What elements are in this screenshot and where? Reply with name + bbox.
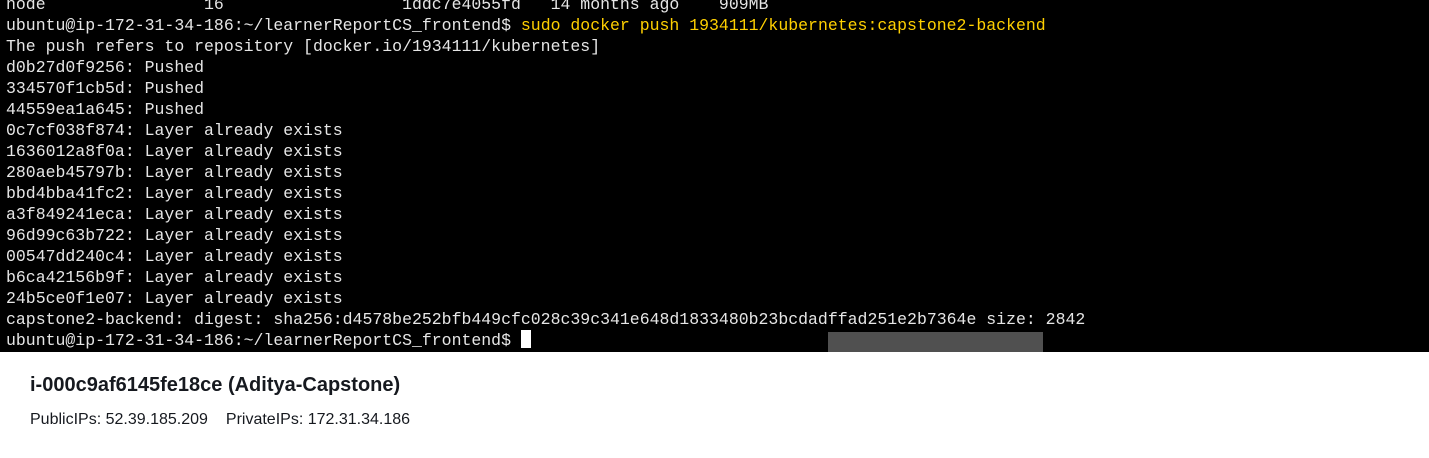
instance-info-panel: i-000c9af6145fe18ce (Aditya-Capstone) Pu… [0, 352, 1429, 458]
text-cursor [520, 330, 531, 348]
terminal-line: 334570f1cb5d: Pushed [6, 79, 205, 98]
terminal-line: 44559ea1a645: Pushed [6, 100, 205, 119]
instance-title: i-000c9af6145fe18ce (Aditya-Capstone) [30, 374, 401, 396]
public-ips: PublicIPs: 52.39.185.209 [30, 411, 208, 428]
shell-command: sudo docker push 1934111/kubernetes:caps… [520, 16, 1046, 35]
terminal-line: 96d99c63b722: Layer already exists [6, 226, 343, 245]
terminal-line: node 16 1ddc7e4055fd 14 months ago 909MB [6, 0, 769, 14]
terminal-line: 24b5ce0f1e07: Layer already exists [6, 289, 343, 308]
terminal-line: a3f849241eca: Layer already exists [6, 205, 343, 224]
terminal-line: 0c7cf038f874: Layer already exists [6, 121, 343, 140]
terminal-window[interactable]: node 16 1ddc7e4055fd 14 months ago 909MB… [0, 0, 1429, 352]
terminal-output: node 16 1ddc7e4055fd 14 months ago 909MB… [6, 0, 1085, 351]
terminal-scroll-overlay [828, 332, 1043, 352]
terminal-line: capstone2-backend: digest: sha256:d4578b… [6, 310, 1086, 329]
terminal-line: 1636012a8f0a: Layer already exists [6, 142, 343, 161]
terminal-line: The push refers to repository [docker.io… [6, 37, 601, 56]
private-ips: PrivateIPs: 172.31.34.186 [225, 411, 411, 428]
terminal-line: bbd4bba41fc2: Layer already exists [6, 184, 343, 203]
instance-ip-row: PublicIPs: 52.39.185.209 PrivateIPs: 172.… [30, 411, 410, 429]
terminal-command-line: ubuntu@ip-172-31-34-186:~/learnerReportC… [6, 15, 1085, 36]
terminal-line: d0b27d0f9256: Pushed [6, 58, 205, 77]
shell-prompt: ubuntu@ip-172-31-34-186:~/learnerReportC… [6, 331, 511, 350]
terminal-line: 00547dd240c4: Layer already exists [6, 247, 343, 266]
shell-prompt: ubuntu@ip-172-31-34-186:~/learnerReportC… [6, 16, 511, 35]
terminal-line: 280aeb45797b: Layer already exists [6, 163, 343, 182]
terminal-line: b6ca42156b9f: Layer already exists [6, 268, 343, 287]
